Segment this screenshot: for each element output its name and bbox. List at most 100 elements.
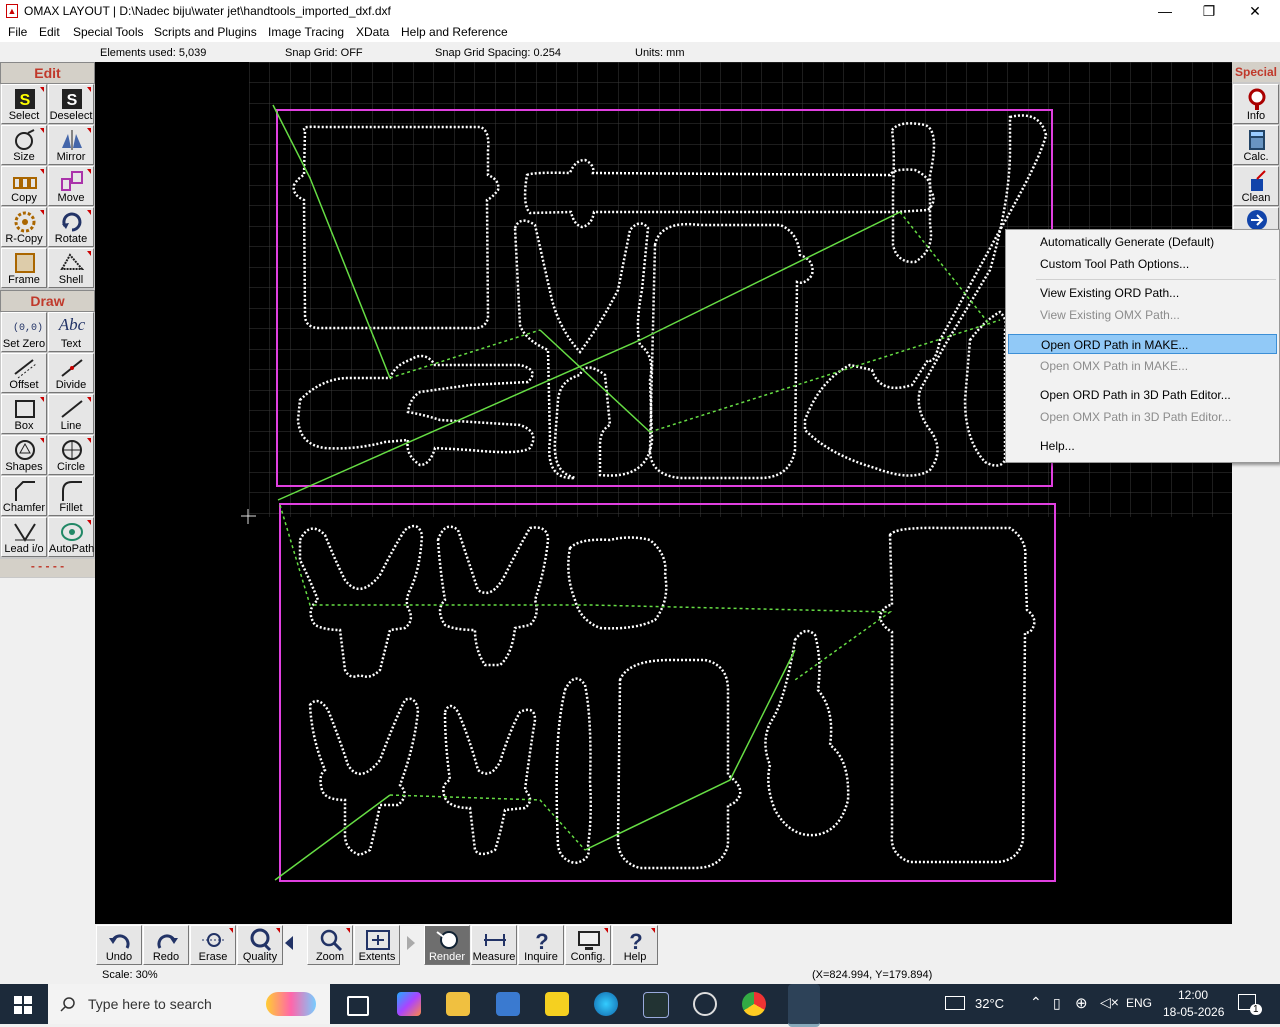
menu-open-ord-3d-editor[interactable]: Open ORD Path in 3D Path Editor...	[1008, 385, 1277, 405]
quality-button[interactable]: Quality	[237, 925, 283, 965]
text-tool[interactable]: Abc Text	[48, 312, 94, 352]
erase-button[interactable]: Erase	[190, 925, 236, 965]
measure-button[interactable]: Measure	[471, 925, 517, 965]
help-icon: ?	[629, 929, 642, 952]
sticky-notes-icon[interactable]	[545, 992, 569, 1016]
extents-button[interactable]: Extents	[354, 925, 400, 965]
chrome-icon[interactable]	[742, 992, 766, 1016]
device-icon[interactable]: ▯	[1053, 995, 1061, 1012]
line-label: Line	[60, 420, 82, 432]
restore-button[interactable]: ❐	[1186, 0, 1232, 22]
help-button[interactable]: ? Help	[612, 925, 658, 965]
file-explorer-icon[interactable]	[446, 992, 470, 1016]
language-indicator[interactable]: ENG	[1126, 996, 1152, 1010]
deselect-tool[interactable]: S Deselect	[48, 84, 94, 124]
circle-tool[interactable]: Circle	[48, 435, 94, 475]
box-tool[interactable]: Box	[1, 394, 47, 434]
size-tool[interactable]: Size	[1, 125, 47, 165]
windows-start-icon[interactable]	[14, 996, 32, 1014]
shell-tool[interactable]: Shell	[48, 248, 94, 288]
clean-tool[interactable]: Clean	[1233, 166, 1279, 206]
set-zero-label: Set Zero	[2, 338, 46, 350]
dropdown-indicator-icon	[87, 169, 91, 174]
zoom-button[interactable]: Zoom	[307, 925, 353, 965]
inquire-button[interactable]: ? Inquire	[518, 925, 564, 965]
r-copy-tool[interactable]: R-Copy	[1, 207, 47, 247]
svg-text:?: ?	[535, 929, 548, 952]
shapes-tool[interactable]: Shapes	[1, 435, 47, 475]
network-globe-icon[interactable]: ⊕	[1075, 994, 1088, 1012]
keyboard-layout-icon[interactable]	[945, 996, 965, 1010]
line-tool[interactable]: Line	[48, 394, 94, 434]
menu-image-tracing[interactable]: Image Tracing	[268, 25, 344, 39]
move-tool[interactable]: Move	[48, 166, 94, 206]
taskbar-search[interactable]: Type here to search	[48, 984, 330, 1024]
set-zero-tool[interactable]: (0,0) Set Zero	[1, 312, 47, 352]
menu-help[interactable]: Help...	[1008, 436, 1277, 456]
scroll-right-icon[interactable]	[407, 936, 415, 950]
clean-label: Clean	[1241, 192, 1271, 204]
menu-help-reference[interactable]: Help and Reference	[401, 25, 508, 39]
lead-io-tool[interactable]: Lead i/o	[1, 517, 47, 557]
render-button[interactable]: Render	[424, 925, 470, 965]
size-label: Size	[13, 151, 35, 163]
calc-tool[interactable]: Calc.	[1233, 125, 1279, 165]
rotate-tool[interactable]: Rotate	[48, 207, 94, 247]
redo-icon	[157, 934, 178, 949]
clock-time[interactable]: 12:00	[1178, 988, 1208, 1002]
menu-special-tools[interactable]: Special Tools	[73, 25, 144, 39]
volume-muted-icon[interactable]: ◁×	[1100, 994, 1119, 1011]
menu-xdata[interactable]: XData	[356, 25, 389, 39]
redo-button[interactable]: Redo	[143, 925, 189, 965]
text-label: Text	[60, 338, 82, 350]
select-tool[interactable]: S Select	[1, 84, 47, 124]
info-icon	[1248, 88, 1266, 110]
right-tool-panel: Special Info Calc. Clean	[1232, 62, 1280, 232]
task-view-icon[interactable]	[347, 996, 369, 1016]
bottom-status-bar: Scale: 30% (X=824.994, Y=179.894)	[0, 966, 1280, 984]
calc-label: Calc.	[1243, 151, 1269, 163]
menu-edit[interactable]: Edit	[39, 25, 60, 39]
chamfer-tool[interactable]: Chamfer	[1, 476, 47, 516]
scroll-left-icon[interactable]	[285, 936, 293, 950]
app-circle-icon[interactable]	[693, 992, 717, 1016]
config-button[interactable]: Config.	[565, 925, 611, 965]
measure-icon	[484, 934, 506, 946]
menu-scripts-plugins[interactable]: Scripts and Plugins	[154, 25, 257, 39]
omax-taskbar-icon[interactable]	[788, 984, 820, 1027]
store-icon[interactable]	[496, 992, 520, 1016]
mirror-tool[interactable]: Mirror	[48, 125, 94, 165]
menu-auto-generate[interactable]: Automatically Generate (Default)	[1008, 232, 1277, 252]
frame-tool[interactable]: Frame	[1, 248, 47, 288]
render-label: Render	[428, 951, 466, 963]
deselect-icon: S	[62, 89, 82, 109]
clock-date[interactable]: 18-05-2026	[1163, 1005, 1224, 1019]
info-tool[interactable]: Info	[1233, 84, 1279, 124]
dropdown-indicator-icon	[87, 210, 91, 215]
copy-tool[interactable]: Copy	[1, 166, 47, 206]
undo-button[interactable]: Undo	[96, 925, 142, 965]
fillet-tool[interactable]: Fillet	[48, 476, 94, 516]
menu-open-ord-in-make[interactable]: Open ORD Path in MAKE...	[1008, 334, 1277, 354]
offset-tool[interactable]: Offset	[1, 353, 47, 393]
close-button[interactable]: ✕	[1232, 0, 1278, 22]
autopath-tool[interactable]: AutoPath	[48, 517, 94, 557]
menu-view-ord-path[interactable]: View Existing ORD Path...	[1008, 283, 1277, 303]
copilot-icon[interactable]	[397, 992, 421, 1016]
app-icon[interactable]: ▲	[6, 4, 18, 18]
minimize-button[interactable]: —	[1142, 0, 1188, 22]
dropdown-indicator-icon	[87, 251, 91, 256]
chevron-up-icon[interactable]: ⌃	[1030, 994, 1042, 1011]
path-context-menu: Automatically Generate (Default) Custom …	[1005, 229, 1280, 463]
undo-label: Undo	[105, 951, 133, 963]
fillet-icon	[62, 481, 82, 501]
more-tools-expander[interactable]: - - - - -	[0, 559, 95, 577]
divide-tool[interactable]: Divide	[48, 353, 94, 393]
drawing-canvas[interactable]	[95, 62, 1232, 924]
terminal-icon[interactable]	[643, 992, 669, 1018]
left-tool-panel: Edit S Select S Deselect Size Mirror Cop…	[0, 62, 95, 578]
temperature[interactable]: 32°C	[975, 996, 1004, 1011]
edge-icon[interactable]	[594, 992, 618, 1016]
menu-custom-tool-path[interactable]: Custom Tool Path Options...	[1008, 254, 1277, 274]
menu-file[interactable]: File	[8, 25, 27, 39]
